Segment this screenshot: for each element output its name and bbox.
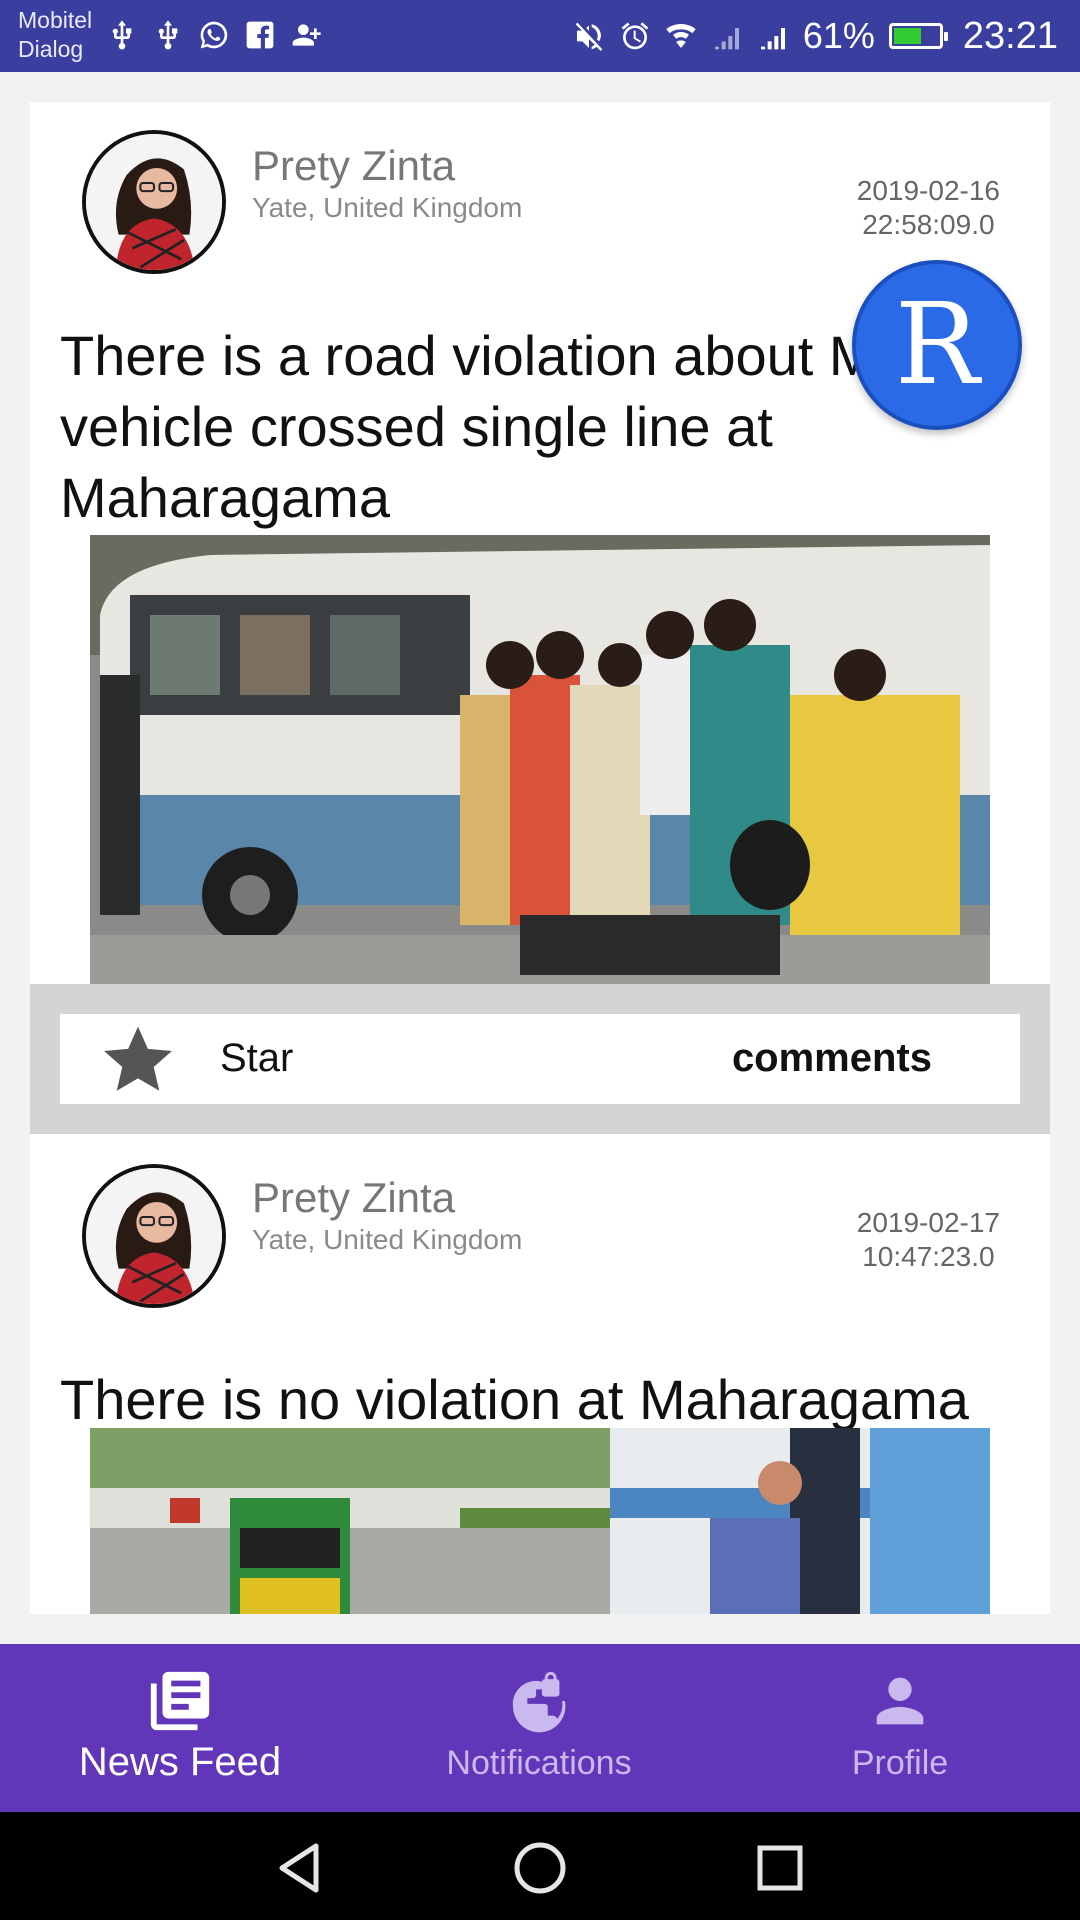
home-icon[interactable]: [510, 1838, 570, 1898]
avatar[interactable]: [82, 1164, 226, 1308]
post-date: 2019-02-17: [856, 1207, 1000, 1238]
whatsapp-icon: [198, 18, 230, 52]
post-card[interactable]: Prety Zinta Yate, United Kingdom 2019-02…: [30, 1134, 1050, 1614]
star-icon[interactable]: [100, 1022, 176, 1096]
post-time: 10:47:23.0: [862, 1241, 995, 1272]
back-icon[interactable]: [270, 1838, 330, 1898]
usb-icon: [152, 18, 184, 52]
add-contact-icon: [290, 18, 322, 52]
battery-percent: 61%: [802, 15, 875, 56]
system-navigation-bar: [0, 1812, 1080, 1920]
author-location: Yate, United Kingdom: [252, 1224, 523, 1255]
author-name[interactable]: Prety Zinta: [252, 1174, 455, 1222]
signal-icon: [711, 19, 743, 53]
post-timestamp: 2019-02-17 10:47:23.0: [857, 1206, 1000, 1274]
post-timestamp: 2019-02-16 22:58:09.0: [857, 174, 1000, 242]
comments-button[interactable]: comments: [732, 1036, 932, 1081]
alarm-icon: [619, 19, 651, 53]
signal-icon: [757, 19, 789, 53]
post-actions: Star comments: [30, 984, 1050, 1134]
carrier-1: Mobitel: [18, 7, 93, 33]
post-image[interactable]: [90, 535, 990, 984]
nav-profile[interactable]: Profile: [750, 1644, 1050, 1812]
wifi-icon: [665, 19, 697, 53]
profile-icon: [865, 1666, 935, 1736]
usb-icon: [106, 18, 138, 52]
nav-profile-label: Profile: [851, 1744, 949, 1782]
r-floating-button[interactable]: R: [852, 260, 1022, 430]
post-date: 2019-02-16: [856, 175, 1000, 206]
recents-icon[interactable]: [750, 1838, 810, 1898]
post-title: There is no violation at Maharagama: [60, 1368, 969, 1431]
avatar[interactable]: [82, 130, 226, 274]
post-image[interactable]: [90, 1428, 990, 1614]
bottom-navigation: News Feed Notifications Profile: [0, 1644, 1080, 1812]
nav-news-feed-label: News Feed: [78, 1740, 282, 1784]
r-letter: R: [894, 280, 980, 410]
status-bar: Mobitel Dialog 61% 23:21: [0, 0, 1080, 72]
notifications-globe-icon: [504, 1666, 574, 1736]
news-feed-icon: [145, 1666, 215, 1736]
nav-notifications[interactable]: Notifications: [389, 1644, 689, 1812]
battery-icon: [888, 23, 948, 49]
clock: 23:21: [962, 14, 1058, 57]
mute-icon: [573, 19, 605, 53]
notification-icons: [106, 18, 322, 52]
nav-news-feed[interactable]: News Feed: [30, 1644, 330, 1812]
author-location: Yate, United Kingdom: [252, 192, 523, 223]
post-actions-bar: Star comments: [60, 1014, 1020, 1104]
system-status-icons: 61% 23:21: [573, 10, 1058, 62]
post-card[interactable]: Prety Zinta Yate, United Kingdom 2019-02…: [30, 102, 1050, 1134]
carrier-2: Dialog: [18, 36, 84, 62]
nav-notifications-label: Notifications: [446, 1744, 632, 1782]
author-name[interactable]: Prety Zinta: [252, 142, 455, 190]
post-time: 22:58:09.0: [862, 209, 995, 240]
facebook-icon: [244, 18, 276, 52]
star-button[interactable]: Star: [220, 1036, 293, 1081]
carrier-names: Mobitel Dialog: [18, 6, 92, 64]
